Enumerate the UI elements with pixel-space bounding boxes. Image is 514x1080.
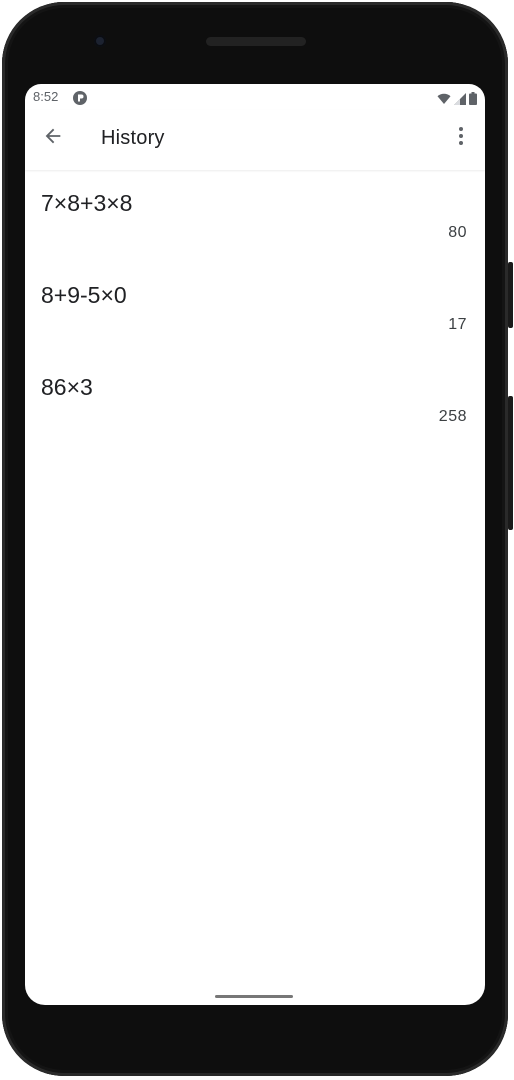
arrow-back-icon	[42, 125, 64, 151]
back-button[interactable]	[37, 122, 69, 154]
history-expression: 8+9-5×0	[41, 282, 127, 308]
wifi-icon	[437, 90, 451, 109]
more-options-button[interactable]	[449, 122, 473, 154]
cell-signal-icon	[454, 90, 466, 109]
status-icons	[437, 90, 477, 109]
front-camera	[94, 35, 106, 47]
volume-button	[508, 396, 513, 530]
history-result: 258	[438, 408, 467, 425]
history-item[interactable]: 8+9-5×0 17	[25, 262, 485, 354]
notification-app-icon	[73, 90, 87, 105]
history-item[interactable]: 7×8+3×8 80	[25, 170, 485, 262]
history-expression: 86×3	[41, 374, 93, 400]
earpiece-speaker	[206, 37, 306, 46]
status-bar: 8:52	[25, 84, 485, 110]
history-item[interactable]: 86×3 258	[25, 354, 485, 446]
page-title: History	[101, 127, 165, 149]
app-bar: History	[25, 110, 485, 170]
history-result: 17	[448, 316, 467, 333]
more-vert-icon	[458, 126, 464, 150]
history-result: 80	[448, 224, 467, 241]
history-expression: 7×8+3×8	[41, 190, 133, 216]
screen: 8:52 History 7×8+3×8 80 8+9-5×0 17 86×3 …	[25, 84, 485, 1005]
battery-icon	[469, 90, 477, 109]
status-time: 8:52	[33, 89, 59, 104]
gesture-nav-handle[interactable]	[215, 995, 293, 998]
history-list: 7×8+3×8 80 8+9-5×0 17 86×3 258	[25, 170, 485, 446]
power-button	[508, 262, 513, 328]
